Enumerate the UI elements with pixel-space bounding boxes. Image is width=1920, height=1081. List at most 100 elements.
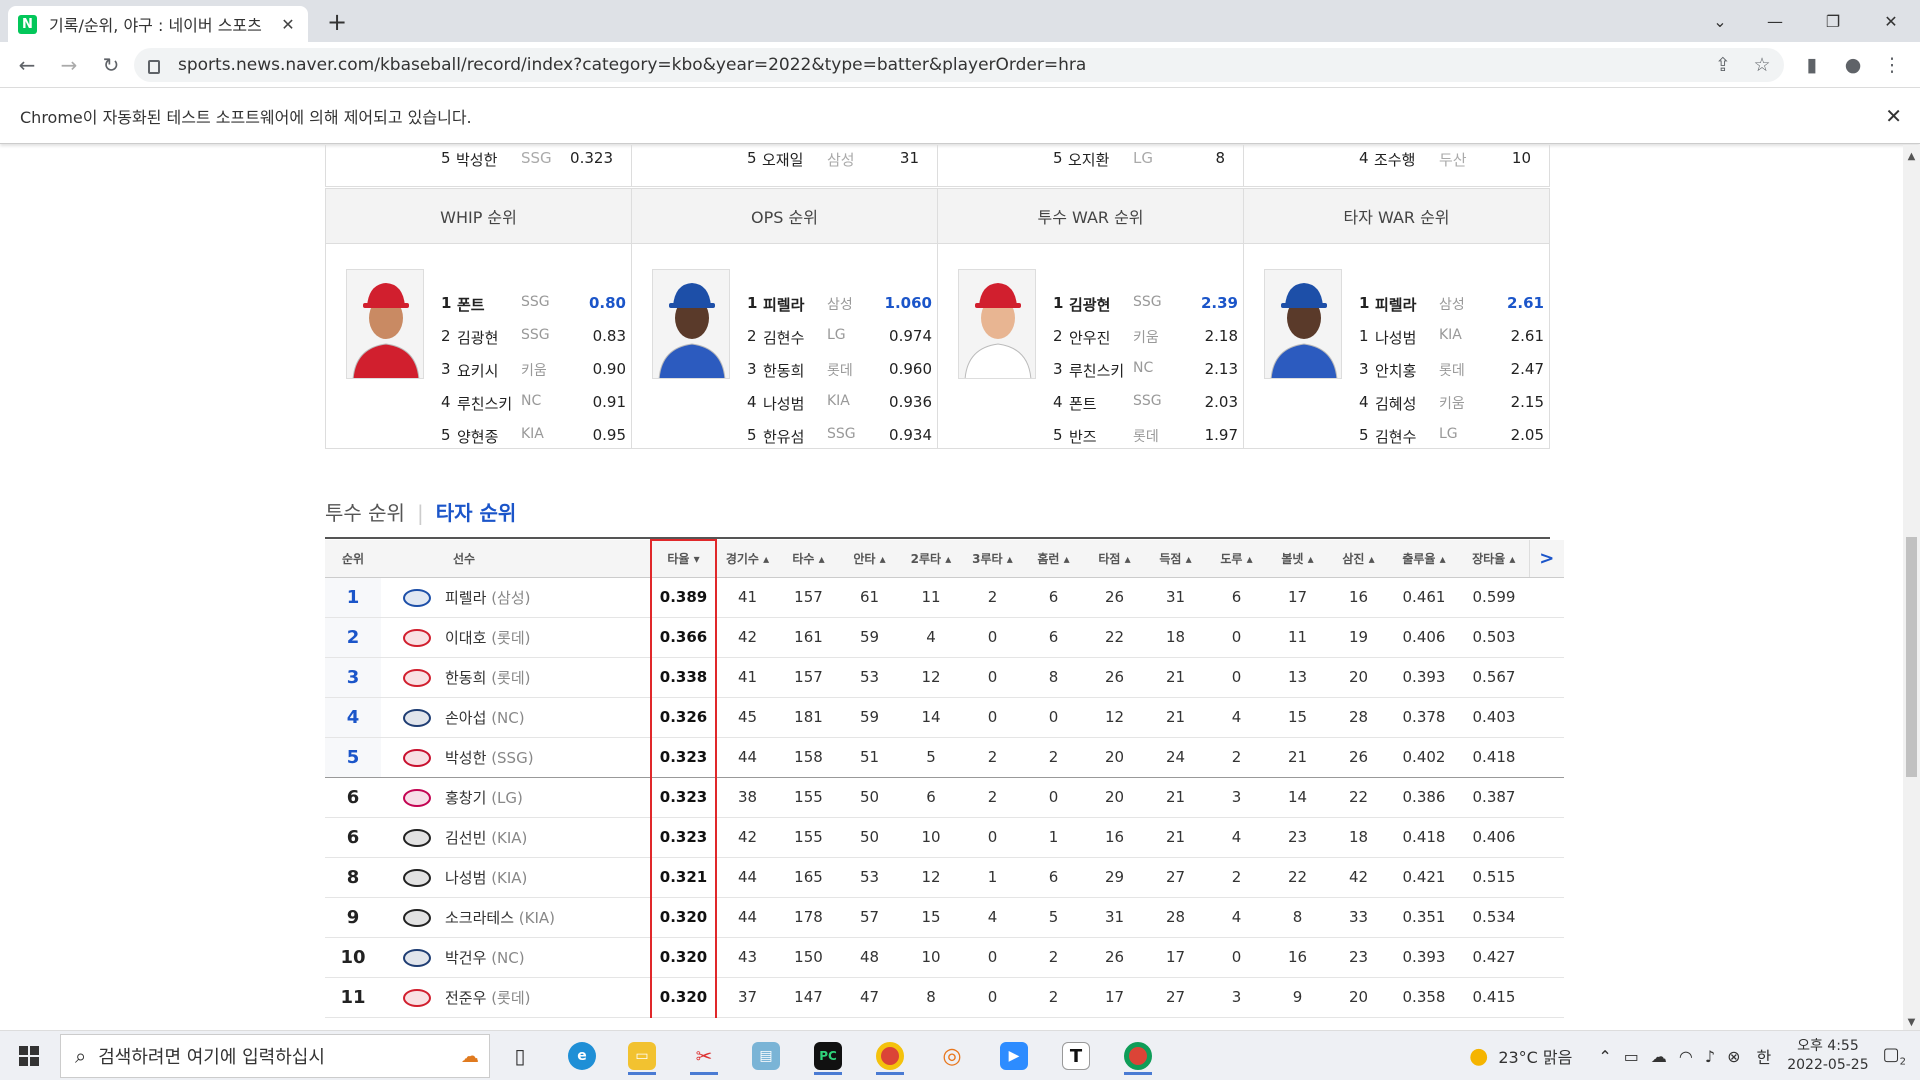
notification-icon[interactable]: ▢2 — [1883, 1044, 1906, 1068]
leader-name[interactable]: 김광현 — [1069, 294, 1110, 315]
task-view-icon[interactable]: ▯ — [498, 1037, 542, 1075]
new-tab-icon[interactable]: + — [322, 8, 352, 36]
leader-row[interactable]: 3 안치홍 롯데 2.47 — [1359, 354, 1544, 386]
tray-chevron-icon[interactable]: ⌃ — [1598, 1047, 1611, 1066]
player-cell[interactable]: 전준우 (롯데) — [381, 977, 651, 1018]
wifi-icon[interactable]: ◠ — [1679, 1047, 1693, 1066]
player-cell[interactable]: 김선빈 (KIA) — [381, 817, 651, 858]
app-orange-icon[interactable]: ◎ — [930, 1037, 974, 1075]
player-cell[interactable]: 한동희 (롯데) — [381, 657, 651, 698]
player-name[interactable]: 전준우 — [445, 989, 486, 1007]
table-row[interactable]: 10 박건우 (NC) 0.320 43 150 48 10 0 2 26 17 0 16 23 0.393… — [325, 937, 1564, 978]
player-name[interactable]: 소크라테스 — [445, 909, 514, 927]
leader-name[interactable]: 피렐라 — [763, 294, 804, 315]
leader-row[interactable]: 1 폰트 SSG 0.80 — [441, 288, 626, 320]
player-name[interactable]: 홍창기 — [445, 789, 486, 807]
leader-name[interactable]: 김현수 — [1375, 426, 1416, 447]
player-name[interactable]: 박건우 — [445, 949, 486, 967]
browser-tab[interactable]: N 기록/순위, 야구 : 네이버 스포츠 ✕ — [8, 6, 308, 42]
table-row[interactable]: 5 박성한 (SSG) 0.323 44 158 51 5 2 2 20 24 2 21 26 0.402 0… — [325, 737, 1564, 778]
table-row[interactable]: 6 김선빈 (KIA) 0.323 42 155 50 10 0 1 16 21 4 23 18 0.418… — [325, 817, 1564, 858]
notepad-app-icon[interactable]: ▤ — [744, 1037, 788, 1075]
player-name[interactable]: 손아섭 — [445, 709, 486, 727]
snipping-tool-icon[interactable]: ✂ — [682, 1037, 726, 1075]
leader-name[interactable]: 한동희 — [763, 360, 804, 381]
leader-row[interactable]: 5 반즈 롯데 1.97 — [1053, 420, 1238, 452]
leader-name[interactable]: 나성범 — [763, 393, 804, 414]
column-header[interactable]: 득점 ▴ — [1145, 540, 1206, 578]
leader-row[interactable]: 1 피렐라 삼성 2.61 — [1359, 288, 1544, 320]
table-row[interactable]: 3 한동희 (롯데) 0.338 41 157 53 12 0 8 26 21 0 13 20 0.393 0… — [325, 657, 1564, 698]
leader-name[interactable]: 폰트 — [457, 294, 485, 315]
player-name[interactable]: 김선빈 — [445, 829, 486, 847]
leader-row[interactable]: 3 루친스키 NC 2.13 — [1053, 354, 1238, 386]
leader-name[interactable]: 요키시 — [457, 360, 498, 381]
leader-row[interactable]: 2 안우진 키움 2.18 — [1053, 321, 1238, 353]
leader-name[interactable]: 오지환 — [1068, 149, 1109, 170]
leader-row[interactable]: 4 나성범 KIA 0.936 — [747, 387, 932, 419]
player-cell[interactable]: 이대호 (롯데) — [381, 617, 651, 658]
mic-off-icon[interactable]: ⊗ — [1727, 1047, 1740, 1066]
leader-row[interactable]: 2 김현수 LG 0.974 — [747, 321, 932, 353]
window-close-icon[interactable]: ✕ — [1866, 4, 1916, 38]
column-header[interactable]: 타율 ▾ — [650, 539, 717, 578]
leader-name[interactable]: 김광현 — [457, 327, 498, 348]
leader-name[interactable]: 박성한 — [456, 149, 497, 170]
weather-text[interactable]: 23°C 맑음 — [1498, 1044, 1572, 1068]
player-cell[interactable]: 박건우 (NC) — [381, 937, 651, 978]
tab-close-icon[interactable]: ✕ — [278, 15, 298, 34]
typora-icon[interactable]: T — [1054, 1037, 1098, 1075]
leader-box-title[interactable]: OPS 순위 — [632, 189, 937, 244]
chrome-icon[interactable] — [868, 1037, 912, 1075]
minimize-icon[interactable]: — — [1750, 4, 1800, 38]
column-header[interactable]: 타점 ▴ — [1084, 540, 1145, 578]
tab-pitcher-ranking[interactable]: 투수 순위 — [325, 501, 405, 525]
leader-row[interactable]: 4 폰트 SSG 2.03 — [1053, 387, 1238, 419]
player-cell[interactable]: 나성범 (KIA) — [381, 857, 651, 898]
table-row[interactable]: 11 전준우 (롯데) 0.320 37 147 47 8 0 2 17 27 3 9 20 0.358 0.… — [325, 977, 1564, 1018]
leader-name[interactable]: 나성범 — [1375, 327, 1416, 348]
column-header[interactable]: 도루 ▴ — [1206, 540, 1267, 578]
menu-kebab-icon[interactable]: ⋮ — [1877, 50, 1907, 80]
leader-row[interactable]: 3 요키시 키움 0.90 — [441, 354, 626, 386]
leader-name[interactable]: 폰트 — [1069, 393, 1097, 414]
leader-row[interactable]: 1 피렐라 삼성 1.060 — [747, 288, 932, 320]
column-header[interactable]: 순위 — [325, 540, 381, 578]
scrollbar-thumb[interactable] — [1906, 537, 1917, 777]
player-name[interactable]: 피렐라 — [445, 589, 486, 607]
column-header[interactable]: 볼넷 ▴ — [1267, 540, 1328, 578]
leader-name[interactable]: 루친스키 — [457, 393, 512, 414]
zoom-icon[interactable]: ▶ — [992, 1037, 1036, 1075]
cloud-icon[interactable]: ☁ — [1651, 1047, 1667, 1066]
leader-row[interactable]: 5 한유섬 SSG 0.934 — [747, 420, 932, 452]
ime-indicator[interactable]: 한 — [1757, 1044, 1772, 1068]
leader-row[interactable]: 1 나성범 KIA 2.61 — [1359, 321, 1544, 353]
side-panel-icon[interactable]: ▮ — [1797, 50, 1827, 80]
leader-name[interactable]: 안우진 — [1069, 327, 1110, 348]
column-header[interactable]: 삼진 ▴ — [1328, 540, 1389, 578]
leader-name[interactable]: 안치홍 — [1375, 360, 1416, 381]
leader-name[interactable]: 한유섬 — [763, 426, 804, 447]
back-icon[interactable]: ← — [12, 50, 42, 80]
bookmark-star-icon[interactable]: ☆ — [1747, 50, 1777, 80]
leader-name[interactable]: 오재일 — [762, 149, 803, 170]
leader-name[interactable]: 조수행 — [1374, 149, 1415, 170]
leader-row[interactable]: 3 한동희 롯데 0.960 — [747, 354, 932, 386]
table-row[interactable]: 4 손아섭 (NC) 0.326 45 181 59 14 0 0 12 21 4 15 28 0.378 0… — [325, 697, 1564, 738]
player-name[interactable]: 한동희 — [445, 669, 486, 687]
leader-name[interactable]: 피렐라 — [1375, 294, 1416, 315]
forward-icon[interactable]: → — [54, 50, 84, 80]
player-cell[interactable]: 손아섭 (NC) — [381, 697, 651, 738]
player-photo[interactable] — [958, 269, 1036, 379]
leader-row[interactable]: 4 루친스키 NC 0.91 — [441, 387, 626, 419]
player-photo[interactable] — [1264, 269, 1342, 379]
leader-row[interactable]: 5 양현종 KIA 0.95 — [441, 420, 626, 452]
volume-icon[interactable]: ♪ — [1705, 1047, 1715, 1066]
start-button[interactable] — [0, 1031, 58, 1081]
tab-batter-ranking[interactable]: 타자 순위 — [436, 501, 517, 525]
profile-avatar-icon[interactable]: ● — [1838, 50, 1868, 80]
leader-row[interactable]: 1 김광현 SSG 2.39 — [1053, 288, 1238, 320]
column-header[interactable]: 출루율 ▴ — [1389, 540, 1459, 578]
leader-box-title[interactable]: 투수 WAR 순위 — [938, 189, 1243, 244]
player-cell[interactable]: 피렐라 (삼성) — [381, 577, 651, 618]
